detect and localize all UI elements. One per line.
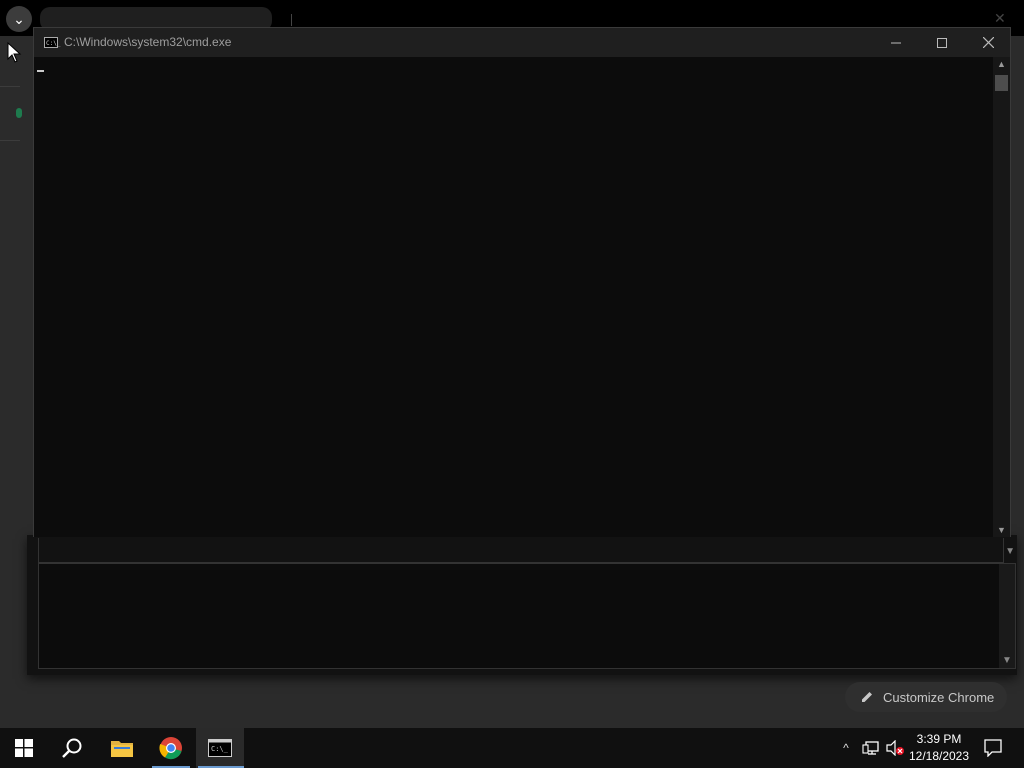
- search-icon: [62, 738, 82, 758]
- chrome-divider: [0, 86, 20, 87]
- text-cursor: [37, 70, 44, 72]
- tab-search-button[interactable]: ⌄: [6, 6, 32, 32]
- show-hidden-icons-button[interactable]: ^: [837, 728, 855, 768]
- taskbar-clock[interactable]: 3:39 PM 12/18/2023: [906, 731, 972, 765]
- action-center-button[interactable]: [978, 728, 1008, 768]
- customize-chrome-button[interactable]: Customize Chrome: [845, 682, 1007, 712]
- cmd-window-icon[interactable]: C:\_: [44, 37, 60, 48]
- window-title: C:\Windows\system32\cmd.exe: [64, 35, 232, 49]
- cmd-window[interactable]: C:\_ C:\Windows\system32\cmd.exe ▲ ▼: [33, 27, 1011, 537]
- volume-muted-icon[interactable]: [884, 728, 906, 768]
- minimize-button[interactable]: [873, 28, 919, 57]
- start-button[interactable]: [0, 728, 48, 768]
- chrome-icon: [159, 737, 182, 760]
- chevron-down-icon[interactable]: ▼: [1005, 546, 1015, 557]
- console-area[interactable]: [34, 57, 994, 537]
- chrome-taskbar-button[interactable]: [147, 728, 195, 768]
- background-window-bar: ▼: [38, 538, 1015, 563]
- chevron-down-icon[interactable]: ▼: [1002, 655, 1012, 666]
- cmd-icon: C:\_: [208, 739, 232, 757]
- tab-separator: [291, 14, 292, 26]
- console-scrollbar[interactable]: ▲ ▼: [993, 57, 1010, 537]
- clock-time: 3:39 PM: [916, 732, 962, 746]
- close-button[interactable]: [965, 28, 1011, 57]
- network-icon[interactable]: [860, 728, 882, 768]
- notification-icon: [984, 739, 1002, 757]
- background-window: ▼ ▼: [27, 535, 1017, 675]
- windows-logo-icon: [15, 739, 33, 757]
- maximize-button[interactable]: [919, 28, 965, 57]
- taskbar: C:\_ ^: [0, 728, 1024, 768]
- background-window-content: ▼: [38, 563, 1016, 669]
- cmd-titlebar[interactable]: C:\_ C:\Windows\system32\cmd.exe: [34, 28, 1010, 57]
- clock-date: 12/18/2023: [908, 749, 970, 763]
- chrome-close-icon[interactable]: ✕: [994, 10, 1006, 27]
- maximize-icon: [937, 37, 947, 48]
- cmd-taskbar-button[interactable]: C:\_: [196, 728, 244, 768]
- chrome-divider: [0, 140, 20, 141]
- file-explorer-button[interactable]: [98, 728, 146, 768]
- scroll-up-icon[interactable]: ▲: [997, 59, 1006, 69]
- chrome-status-dot: [16, 108, 22, 118]
- scroll-down-icon[interactable]: ▼: [997, 525, 1006, 535]
- folder-icon: [111, 741, 133, 757]
- pencil-icon: [862, 692, 872, 702]
- svg-text:C:\_: C:\_: [211, 745, 229, 753]
- minimize-icon: [891, 42, 901, 43]
- mouse-pointer-icon: [7, 42, 22, 63]
- scrollbar-thumb[interactable]: [995, 75, 1008, 91]
- close-icon: [982, 37, 994, 48]
- scrollbar[interactable]: ▼: [999, 564, 1015, 668]
- taskbar-search-button[interactable]: [48, 728, 96, 768]
- customize-chrome-label: Customize Chrome: [883, 689, 995, 705]
